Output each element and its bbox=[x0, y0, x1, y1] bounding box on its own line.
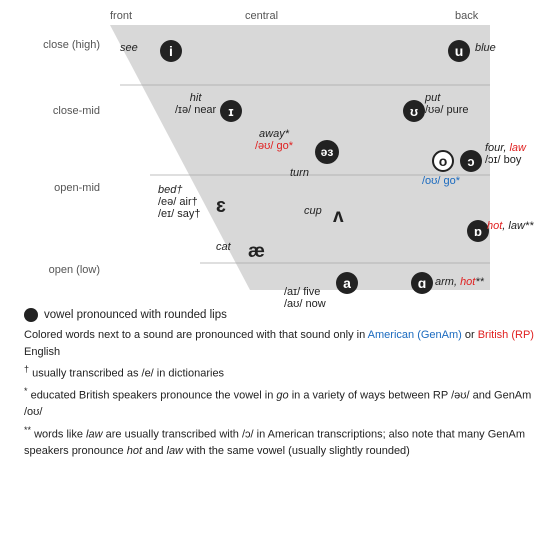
footnote-colored-words: Colored words next to a sound are pronou… bbox=[24, 327, 536, 360]
legend-dot bbox=[24, 308, 38, 322]
footnote-star: * educated British speakers pronounce th… bbox=[24, 385, 536, 421]
word-cat: cat bbox=[216, 241, 231, 253]
main-container: front central back close (high) close-mi… bbox=[0, 0, 560, 469]
footnote-double-star-marker: ** bbox=[24, 425, 31, 435]
vowel-chart: front central back close (high) close-mi… bbox=[20, 10, 540, 300]
word-away: away*/əʊ/ go* bbox=[255, 128, 293, 152]
col-label-front: front bbox=[110, 10, 132, 22]
word-blue: blue bbox=[475, 42, 496, 54]
footnotes: Colored words next to a sound are pronou… bbox=[14, 327, 546, 459]
legend: vowel pronounced with rounded lips bbox=[14, 308, 546, 322]
word-see: see bbox=[120, 42, 138, 54]
row-label-close-mid: close-mid bbox=[20, 105, 100, 117]
word-go-blue: /oʊ/ go* bbox=[422, 175, 460, 187]
word-five-now: /aɪ/ five/aʊ/ now bbox=[284, 286, 326, 310]
british-link: British (RP) bbox=[478, 329, 534, 341]
footnote-double-star: ** words like law are usually transcribe… bbox=[24, 424, 536, 460]
word-turn: turn bbox=[290, 167, 309, 179]
word-put: put/ʊə/ pure bbox=[425, 92, 469, 116]
footnote-dagger: † usually transcribed as /e/ in dictiona… bbox=[24, 363, 536, 382]
row-label-close: close (high) bbox=[20, 38, 100, 52]
phoneme-turned-script-a: ɒ bbox=[467, 220, 489, 242]
phoneme-I: ɪ bbox=[220, 100, 242, 122]
phoneme-schwa-3: əɜ bbox=[315, 140, 339, 164]
word-four-law: four, law/ɔɪ/ boy bbox=[485, 142, 526, 166]
row-label-open-mid: open-mid bbox=[20, 182, 100, 194]
word-bed: bed†/eə/ air†/eɪ/ say† bbox=[158, 184, 200, 220]
phoneme-wedge: ʌ bbox=[333, 206, 344, 228]
word-arm-hot: arm, hot** bbox=[435, 276, 484, 288]
phoneme-epsilon: ɛ bbox=[216, 195, 226, 218]
footnote-star-marker: * bbox=[24, 386, 28, 396]
phoneme-upsilon: ʊ bbox=[403, 100, 425, 122]
col-label-central: central bbox=[245, 10, 278, 22]
phoneme-u: u bbox=[448, 40, 470, 62]
phoneme-ash: æ bbox=[248, 241, 265, 263]
word-hot-law: hot, law** bbox=[487, 220, 533, 232]
row-label-open: open (low) bbox=[20, 264, 100, 276]
genAm-link: American (GenAm) bbox=[368, 329, 462, 341]
phoneme-open-o: ɔ bbox=[460, 150, 482, 172]
word-hit: hit/ɪə/ near bbox=[175, 92, 216, 116]
phoneme-o: o bbox=[432, 150, 454, 172]
col-label-back: back bbox=[455, 10, 478, 22]
phoneme-script-a: ɑ bbox=[411, 272, 433, 294]
phoneme-i: i bbox=[160, 40, 182, 62]
footnote-dagger-marker: † bbox=[24, 364, 29, 374]
legend-label: vowel pronounced with rounded lips bbox=[44, 309, 227, 321]
phoneme-a: a bbox=[336, 272, 358, 294]
word-cup: cup bbox=[304, 205, 322, 217]
